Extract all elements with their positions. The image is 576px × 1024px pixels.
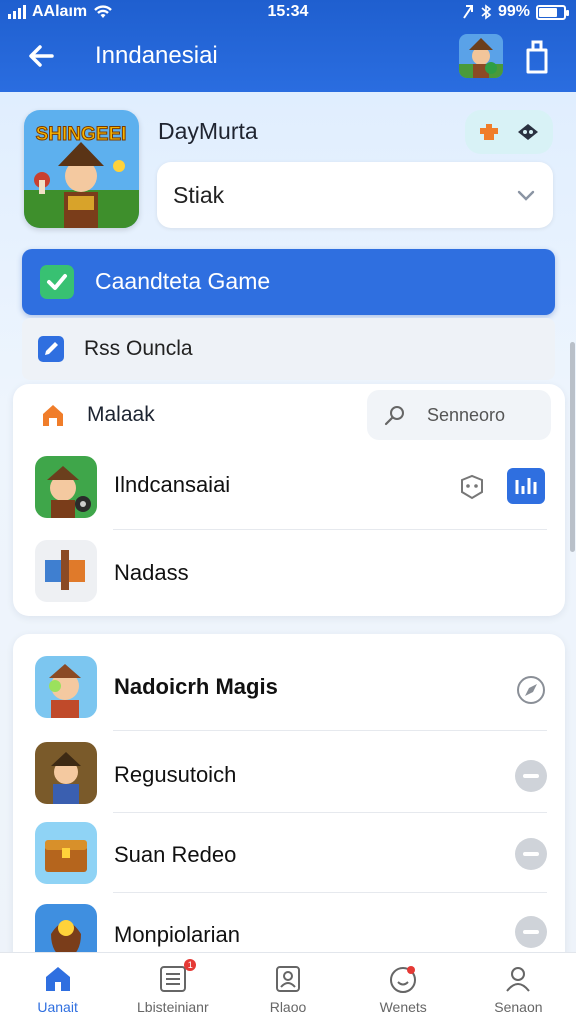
share-icon[interactable]: [520, 36, 554, 76]
list-item[interactable]: Regusutoich: [13, 738, 565, 812]
list-item-label: Suan Redeo: [114, 842, 237, 867]
edit-checkbox-icon[interactable]: [38, 336, 64, 362]
divider: [113, 892, 547, 893]
search-icon: [384, 406, 404, 426]
avatar[interactable]: [459, 34, 503, 78]
divider: [113, 529, 547, 530]
more-icon[interactable]: [515, 838, 547, 870]
divider: [113, 730, 547, 731]
home-icon: [45, 967, 70, 991]
section-title: Malaak: [87, 403, 155, 426]
section-header: Malaak Senneoro: [13, 384, 565, 444]
list-item[interactable]: Suan Redeo: [13, 820, 565, 894]
game-title: DayMurta: [158, 118, 258, 144]
gamepad-icon[interactable]: [516, 122, 540, 142]
battery-icon: [536, 4, 569, 20]
page-title: Inndanesiai: [95, 42, 218, 69]
bluetooth-icon: [481, 4, 492, 20]
game-logo: SHINGEEI: [24, 110, 139, 228]
chat-bot-icon[interactable]: [457, 472, 487, 502]
nav-tab-account[interactable]: Senaon: [461, 953, 576, 1024]
search-placeholder: Senneoro: [427, 405, 506, 425]
stats-icon[interactable]: [507, 468, 545, 504]
divider: [113, 812, 547, 813]
location-icon: [463, 5, 473, 19]
games-card: Malaak Senneoro Ilndcansaiai Nadass: [13, 384, 565, 616]
scrollbar[interactable]: [570, 342, 575, 552]
more-icon[interactable]: [515, 916, 547, 948]
nav-tab-profile-card[interactable]: Rlaoo: [230, 953, 345, 1024]
game-thumbnail: [35, 656, 97, 718]
logo-lettering: SHINGEEI: [36, 124, 127, 145]
chevron-down-icon: [517, 190, 535, 201]
list-item-label: Monpiolarian: [114, 922, 240, 947]
list-item[interactable]: Nadass: [13, 536, 565, 610]
list-item[interactable]: Ilndcansaiai: [13, 450, 565, 524]
game-thumbnail: [35, 456, 97, 518]
smiley-icon: [390, 966, 417, 993]
search-input[interactable]: Senneoro: [367, 390, 551, 440]
create-game-button[interactable]: Caandteta Game: [22, 249, 555, 315]
games-list-card: Nadoicrh Magis Regusutoich Suan Redeo Mo…: [13, 634, 565, 966]
option-checkbox-row[interactable]: Rss Ouncla: [22, 318, 555, 380]
game-thumbnail: [35, 540, 97, 602]
home-icon: [43, 405, 63, 426]
nav-label: Lbisteinianr: [137, 999, 209, 1015]
status-bar: AAlaım 15:34 99%: [0, 0, 576, 26]
more-icon[interactable]: [515, 760, 547, 792]
person-icon: [506, 967, 531, 992]
nav-label: Rlaoo: [269, 999, 307, 1015]
battery-percent: 99%: [497, 3, 530, 20]
game-thumbnail: [35, 742, 97, 804]
game-thumbnail: [35, 822, 97, 884]
compass-icon[interactable]: [515, 674, 547, 706]
list-item-label: Regusutoich: [114, 762, 237, 787]
list-item-label: Nadass: [114, 560, 189, 585]
nav-label: Senaon: [494, 999, 543, 1015]
variant-select[interactable]: Stiak: [157, 162, 553, 228]
game-actions: [465, 110, 553, 154]
nav-label: Uanait: [37, 999, 78, 1015]
notification-badge: 1: [184, 959, 197, 971]
back-arrow-icon[interactable]: [22, 36, 62, 76]
option-label: Rss Ouncla: [84, 337, 193, 360]
list-item-label: Nadoicrh Magis: [114, 674, 278, 699]
list-item-label: Ilndcansaiai: [114, 472, 231, 497]
nav-label: Wenets: [379, 999, 427, 1015]
checkmark-icon: [40, 265, 74, 299]
nav-tab-home[interactable]: Uanait: [0, 953, 115, 1024]
nav-tab-list[interactable]: 1 Lbisteinianr: [115, 953, 230, 1024]
nav-tab-events[interactable]: Wenets: [346, 953, 461, 1024]
puzzle-icon[interactable]: [478, 122, 500, 142]
variant-select-value: Stiak: [173, 182, 225, 208]
list-item[interactable]: Nadoicrh Magis: [13, 652, 565, 726]
bottom-navigation: Uanait 1 Lbisteinianr Rlaoo Wenets Senao…: [0, 952, 576, 1024]
create-game-label: Caandteta Game: [95, 268, 271, 294]
app-header: AAlaım 15:34 99% Inndanesiai: [0, 0, 576, 92]
profile-card-icon: [276, 966, 300, 992]
